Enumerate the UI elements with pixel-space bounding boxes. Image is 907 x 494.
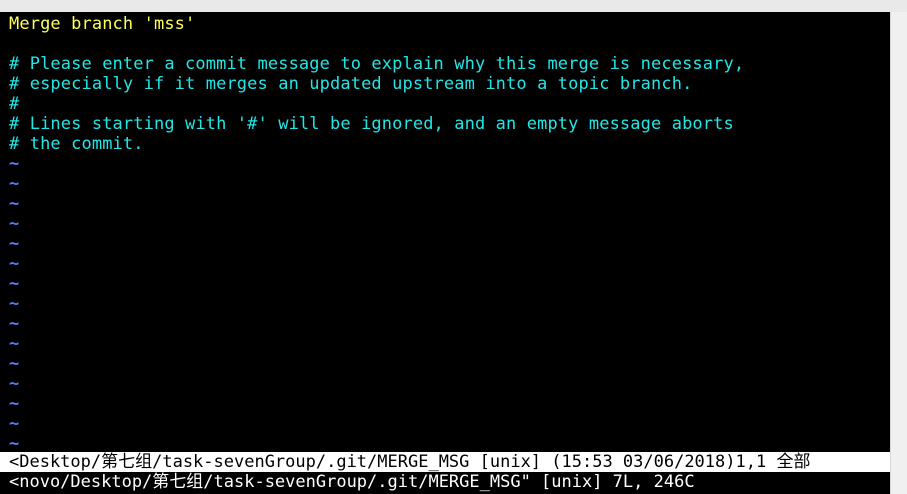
tilde-marker: ~ bbox=[9, 174, 20, 194]
comment-line-2[interactable]: # especially if it merges an updated ups… bbox=[9, 74, 692, 94]
tilde-marker: ~ bbox=[9, 254, 20, 274]
tilde-marker: ~ bbox=[9, 194, 20, 214]
vim-editor[interactable]: Merge branch 'mss' # Please enter a comm… bbox=[0, 12, 890, 494]
tilde-marker: ~ bbox=[9, 334, 20, 354]
tilde-marker: ~ bbox=[9, 314, 20, 334]
tilde-marker: ~ bbox=[9, 374, 20, 394]
vim-message-line: <novo/Desktop/第七组/task-sevenGroup/.git/M… bbox=[0, 472, 890, 492]
terminal-window: Merge branch 'mss' # Please enter a comm… bbox=[0, 0, 907, 494]
tilde-marker: ~ bbox=[9, 294, 20, 314]
vertical-scrollbar[interactable] bbox=[890, 12, 907, 494]
tilde-marker: ~ bbox=[9, 234, 20, 254]
tilde-marker: ~ bbox=[9, 214, 20, 234]
tilde-marker: ~ bbox=[9, 354, 20, 374]
tilde-marker: ~ bbox=[9, 274, 20, 294]
tilde-marker: ~ bbox=[9, 154, 20, 174]
tilde-marker: ~ bbox=[9, 394, 20, 414]
vim-status-bar: <Desktop/第七组/task-sevenGroup/.git/MERGE_… bbox=[0, 452, 890, 472]
comment-line-4[interactable]: # Lines starting with '#' will be ignore… bbox=[9, 114, 734, 134]
tilde-marker: ~ bbox=[9, 414, 20, 434]
comment-line-5[interactable]: # the commit. bbox=[9, 134, 144, 154]
comment-line-3[interactable]: # bbox=[9, 94, 19, 114]
commit-message-line-1[interactable]: Merge branch 'mss' bbox=[9, 14, 195, 34]
comment-line-1[interactable]: # Please enter a commit message to expla… bbox=[9, 54, 744, 74]
tilde-marker: ~ bbox=[9, 434, 20, 454]
